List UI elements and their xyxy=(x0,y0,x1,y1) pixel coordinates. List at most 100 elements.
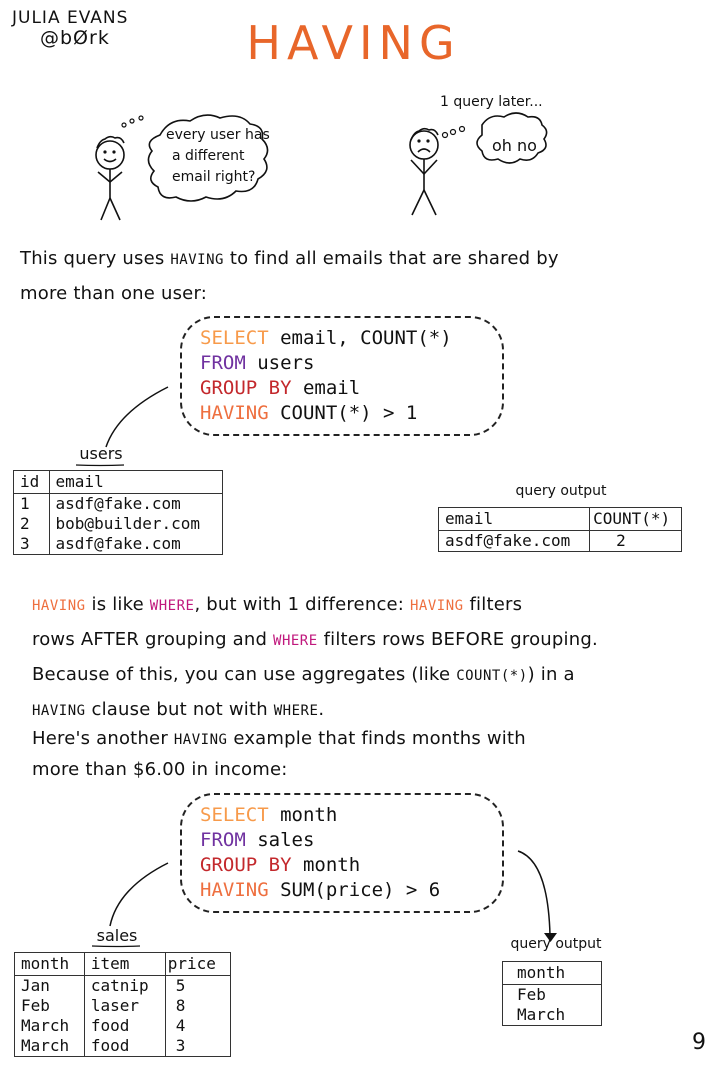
text-line: Because of this, you can use aggregates … xyxy=(32,658,598,693)
cell: 1 xyxy=(20,494,30,513)
sql-line: FROM users xyxy=(200,351,484,376)
sql-query-box: SELECT email, COUNT(*) FROM users GROUP … xyxy=(180,316,504,436)
cell: Feb xyxy=(21,996,50,1015)
text: Here's another xyxy=(32,728,174,749)
arrow-line xyxy=(517,850,551,936)
label-underline xyxy=(91,945,141,948)
sql-keyword: SELECT xyxy=(200,327,269,349)
text: This query uses xyxy=(20,248,171,269)
cell: asdf@fake.com xyxy=(48,493,223,514)
sql-line: GROUP BY email xyxy=(200,376,484,401)
sql-text: users xyxy=(245,352,315,374)
text: more than one user: xyxy=(20,283,207,304)
sql-keyword: HAVING xyxy=(200,879,269,901)
inline-keyword: HAVING xyxy=(173,732,228,748)
inline-keyword: WHERE xyxy=(149,598,195,614)
sql-text: month xyxy=(291,854,361,876)
cell: laser xyxy=(83,996,166,1016)
cell: 8 xyxy=(164,996,231,1016)
cell: bob@builder.com xyxy=(48,514,223,534)
text: rows AFTER grouping and xyxy=(32,629,274,650)
sql-text: SUM(price) > 6 xyxy=(268,879,441,901)
column-header: COUNT(*) xyxy=(589,507,682,531)
sql-line: SELECT email, COUNT(*) xyxy=(200,326,484,351)
text: example that finds months with xyxy=(227,728,526,749)
output-table-label: query output xyxy=(510,936,602,952)
thought-dots-icon xyxy=(441,125,466,139)
thought-line: a different xyxy=(172,148,245,164)
sql-query-box: SELECT month FROM sales GROUP BY month H… xyxy=(180,793,504,913)
inline-keyword: HAVING xyxy=(32,598,86,614)
inline-keyword: WHERE xyxy=(273,703,319,719)
text: filters rows BEFORE grouping. xyxy=(317,629,598,650)
text-line: rows AFTER grouping and WHERE filters ro… xyxy=(32,623,598,658)
connector-line xyxy=(109,862,169,927)
page-title: HAVING xyxy=(246,16,461,70)
text: . xyxy=(318,699,325,720)
cell: 4 xyxy=(164,1016,231,1036)
column-header: email xyxy=(48,470,223,494)
intro2-paragraph: Here's another HAVING example that finds… xyxy=(32,724,526,785)
cell: catnip xyxy=(83,975,166,996)
thought-dots-icon xyxy=(121,115,144,128)
thought-line: email right? xyxy=(172,169,256,185)
right-thought-text: oh no xyxy=(492,136,537,155)
sql-keyword: FROM xyxy=(200,352,246,374)
cell: 3 xyxy=(164,1036,231,1057)
table-row: 1 asdf@fake.com xyxy=(14,493,223,514)
table-row: March xyxy=(503,1005,602,1026)
inline-keyword: HAVING xyxy=(410,598,464,614)
cell: asdf@fake.com xyxy=(445,531,571,550)
cell: 2 xyxy=(589,530,682,552)
table-header-row: month item price xyxy=(14,952,231,976)
sql-keyword: GROUP BY xyxy=(200,377,292,399)
inline-keyword: WHERE xyxy=(273,633,318,649)
inline-keyword: HAVING xyxy=(170,252,224,268)
cell: March xyxy=(21,1016,70,1035)
table-row: asdf@fake.com 2 xyxy=(439,530,682,552)
query-output-table: month Feb March xyxy=(502,961,602,1026)
output-table-label: query output xyxy=(515,483,607,499)
happy-stick-figure-icon xyxy=(95,135,125,221)
sql-line: SELECT month xyxy=(200,803,484,828)
query-output-table: email COUNT(*) asdf@fake.com 2 xyxy=(438,507,682,552)
cell: Jan xyxy=(21,976,50,995)
right-caption: 1 query later... xyxy=(440,94,543,110)
cell: March xyxy=(21,1036,70,1055)
explanation-paragraph: HAVING is like WHERE, but with 1 differe… xyxy=(32,588,598,728)
column-header: month xyxy=(502,961,602,985)
cell: asdf@fake.com xyxy=(48,534,223,555)
text: ) in a xyxy=(527,664,575,685)
column-header: email xyxy=(438,507,590,531)
table-header-row: month xyxy=(502,961,602,985)
text-line: HAVING clause but not with WHERE. xyxy=(32,693,598,728)
table-row: March food 4 xyxy=(15,1016,231,1036)
sad-stick-figure-icon xyxy=(409,127,439,216)
users-table-label: users xyxy=(79,444,123,463)
sales-table: month item price Jan catnip 5 Feb laser 8 Ma… xyxy=(14,952,231,1057)
sql-line: FROM sales xyxy=(200,828,484,853)
page-number: 9 xyxy=(692,1030,706,1055)
table-row: 3 asdf@fake.com xyxy=(14,534,223,555)
cell: food xyxy=(83,1036,166,1057)
cell: Feb xyxy=(517,985,546,1004)
sql-line: GROUP BY month xyxy=(200,853,484,878)
text: to find all emails that are shared by xyxy=(223,248,559,269)
text-line: HAVING is like WHERE, but with 1 differe… xyxy=(32,588,598,623)
sql-keyword: SELECT xyxy=(200,804,269,826)
cell: 3 xyxy=(20,534,30,553)
text: , but with 1 difference: xyxy=(194,594,410,615)
table-header-row: email COUNT(*) xyxy=(438,507,682,531)
table-row: Jan catnip 5 xyxy=(15,975,231,996)
thought-line: every user has xyxy=(166,127,270,143)
sql-text: email, COUNT(*) xyxy=(268,327,452,349)
cell: March xyxy=(517,1005,566,1024)
cell: 5 xyxy=(164,975,231,996)
inline-keyword: HAVING xyxy=(32,703,86,719)
sql-text: sales xyxy=(245,829,315,851)
table-row: March food 3 xyxy=(15,1036,231,1057)
table-row: Feb xyxy=(503,985,602,1006)
text: is like xyxy=(85,594,150,615)
sql-keyword: HAVING xyxy=(200,402,269,424)
connector-line xyxy=(105,386,169,448)
